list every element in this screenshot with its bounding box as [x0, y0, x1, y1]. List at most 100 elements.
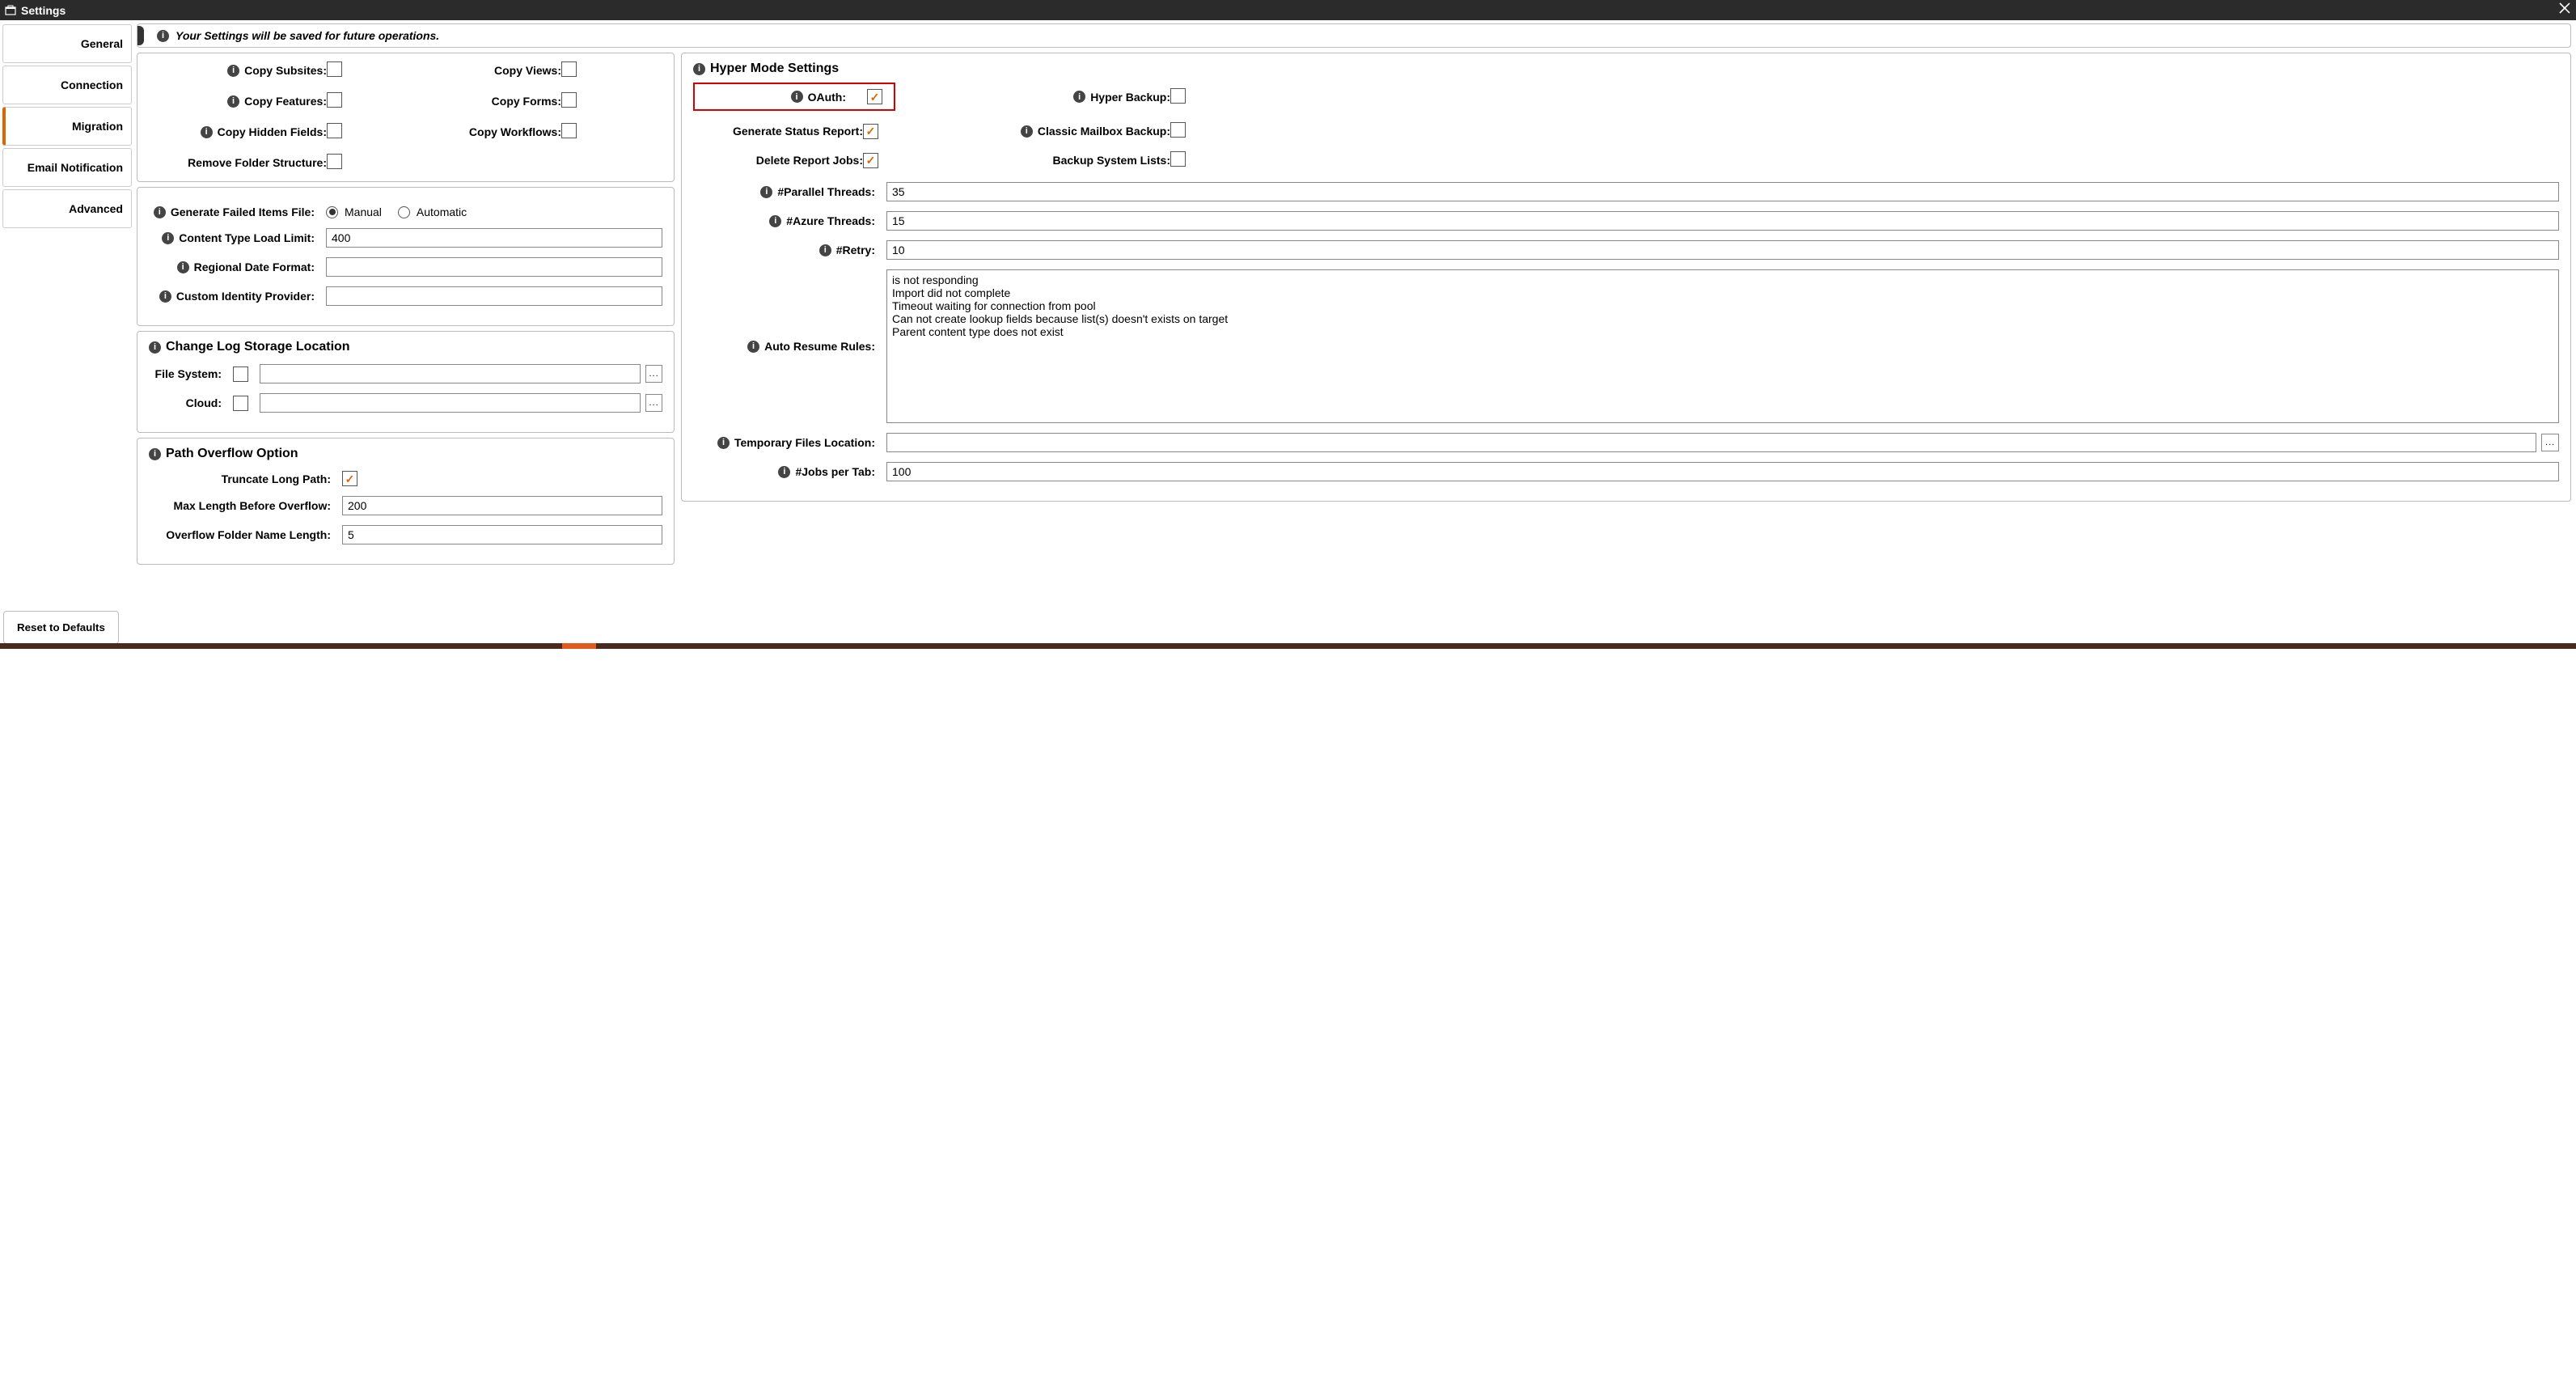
- azure-threads-label: #Azure Threads:: [786, 214, 875, 227]
- reset-to-defaults-button[interactable]: Reset to Defaults: [3, 611, 119, 644]
- radio-icon: [398, 206, 410, 218]
- content-type-limit-input[interactable]: [326, 228, 662, 248]
- info-bar-accent: [137, 26, 144, 45]
- hyper-mode-title: Hyper Mode Settings: [710, 61, 839, 76]
- classic-mailbox-label: Classic Mailbox Backup:: [1038, 125, 1170, 138]
- info-icon: i: [778, 466, 790, 478]
- change-log-panel: iChange Log Storage Location File System…: [137, 331, 675, 433]
- info-icon: i: [769, 215, 781, 227]
- info-icon: i: [819, 244, 831, 256]
- oauth-highlight: i OAuth:: [693, 83, 895, 111]
- copy-subsites-label: Copy Subsites:: [244, 64, 327, 77]
- hyper-backup-label: Hyper Backup:: [1090, 91, 1170, 104]
- close-icon[interactable]: [2558, 2, 2571, 19]
- temp-files-label: Temporary Files Location:: [734, 436, 875, 449]
- classic-mailbox-checkbox[interactable]: [1170, 122, 1186, 138]
- bottom-bar-accent: [562, 643, 596, 649]
- path-overflow-title: Path Overflow Option: [166, 447, 298, 461]
- sidebar-item-connection[interactable]: Connection: [2, 66, 132, 104]
- delete-report-checkbox[interactable]: [863, 153, 878, 168]
- copy-hidden-fields-label: Copy Hidden Fields:: [218, 125, 327, 138]
- oauth-checkbox[interactable]: [867, 89, 882, 104]
- temp-files-browse-button[interactable]: ...: [2541, 434, 2559, 451]
- copy-views-label: Copy Views:: [494, 64, 561, 77]
- custom-idp-label: Custom Identity Provider:: [176, 290, 315, 303]
- info-icon: i: [227, 95, 239, 108]
- retry-label: #Retry:: [836, 244, 875, 256]
- title-bar: Settings: [0, 0, 2576, 20]
- generate-status-label: Generate Status Report:: [733, 125, 863, 138]
- jobs-per-tab-input[interactable]: [886, 462, 2559, 481]
- remove-folder-structure-label: Remove Folder Structure:: [188, 156, 327, 169]
- sidebar-item-migration[interactable]: Migration: [2, 107, 132, 146]
- remove-folder-structure-checkbox[interactable]: [327, 154, 342, 169]
- custom-idp-input[interactable]: [326, 286, 662, 306]
- info-message: Your Settings will be saved for future o…: [176, 29, 439, 42]
- info-icon: i: [149, 341, 161, 354]
- failed-items-panel: i Generate Failed Items File: Manual Auto…: [137, 187, 675, 326]
- info-icon: i: [1073, 91, 1085, 103]
- info-icon: i: [157, 30, 169, 42]
- cloud-input[interactable]: [260, 393, 641, 413]
- info-icon: i: [227, 65, 239, 77]
- bottom-bar: [0, 643, 2576, 649]
- cloud-browse-button[interactable]: ...: [645, 394, 662, 412]
- window-title: Settings: [21, 4, 66, 17]
- copy-features-checkbox[interactable]: [327, 92, 342, 108]
- info-icon: i: [791, 91, 803, 103]
- regional-date-label: Regional Date Format:: [194, 261, 315, 273]
- hyper-backup-checkbox[interactable]: [1170, 88, 1186, 104]
- truncate-checkbox[interactable]: [342, 471, 357, 486]
- cloud-checkbox[interactable]: [233, 396, 248, 411]
- info-icon: i: [177, 261, 189, 273]
- max-length-label: Max Length Before Overflow:: [174, 499, 331, 512]
- info-icon: i: [1021, 125, 1033, 138]
- retry-input[interactable]: [886, 240, 2559, 260]
- delete-report-label: Delete Report Jobs:: [756, 154, 863, 167]
- info-icon: i: [201, 126, 213, 138]
- auto-resume-textarea[interactable]: is not responding Import did not complet…: [886, 269, 2559, 423]
- sidebar: General Connection Migration Email Notif…: [0, 20, 132, 643]
- folder-name-length-label: Overflow Folder Name Length:: [166, 528, 331, 541]
- sidebar-item-advanced[interactable]: Advanced: [2, 189, 132, 228]
- oauth-label: OAuth:: [808, 91, 846, 104]
- radio-automatic[interactable]: Automatic: [398, 205, 467, 218]
- cloud-label: Cloud:: [186, 396, 222, 409]
- truncate-label: Truncate Long Path:: [222, 472, 331, 485]
- info-icon: i: [162, 232, 174, 244]
- info-icon: i: [760, 186, 772, 198]
- copy-hidden-fields-checkbox[interactable]: [327, 123, 342, 138]
- copy-forms-label: Copy Forms:: [492, 95, 561, 108]
- auto-resume-label: Auto Resume Rules:: [764, 340, 875, 353]
- radio-manual[interactable]: Manual: [326, 205, 382, 218]
- copy-subsites-checkbox[interactable]: [327, 61, 342, 77]
- copy-options-panel: i Copy Subsites: Copy Views: i Copy Featur…: [137, 53, 675, 182]
- file-system-input[interactable]: [260, 364, 641, 383]
- folder-name-length-input[interactable]: [342, 525, 662, 544]
- file-system-checkbox[interactable]: [233, 366, 248, 382]
- hyper-mode-panel: i Hyper Mode Settings i OAuth: i Hyper Back…: [681, 53, 2571, 502]
- radio-icon: [326, 206, 338, 218]
- temp-files-input[interactable]: [886, 433, 2536, 452]
- copy-forms-checkbox[interactable]: [561, 92, 577, 108]
- file-system-browse-button[interactable]: ...: [645, 365, 662, 383]
- backup-system-lists-label: Backup System Lists:: [1053, 154, 1171, 167]
- copy-views-checkbox[interactable]: [561, 61, 577, 77]
- regional-date-input[interactable]: [326, 257, 662, 277]
- content-type-limit-label: Content Type Load Limit:: [179, 231, 315, 244]
- parallel-threads-input[interactable]: [886, 182, 2559, 201]
- automatic-label: Automatic: [417, 205, 467, 218]
- max-length-input[interactable]: [342, 496, 662, 515]
- generate-failed-items-label: Generate Failed Items File:: [171, 205, 315, 218]
- sidebar-item-email-notification[interactable]: Email Notification: [2, 148, 132, 187]
- generate-status-checkbox[interactable]: [863, 124, 878, 139]
- info-bar: i Your Settings will be saved for future…: [137, 23, 2571, 48]
- backup-system-lists-checkbox[interactable]: [1170, 151, 1186, 167]
- azure-threads-input[interactable]: [886, 211, 2559, 231]
- info-icon: i: [154, 206, 166, 218]
- change-log-title: Change Log Storage Location: [166, 340, 350, 354]
- sidebar-item-general[interactable]: General: [2, 24, 132, 63]
- info-icon: i: [159, 290, 171, 303]
- copy-workflows-checkbox[interactable]: [561, 123, 577, 138]
- copy-features-label: Copy Features:: [244, 95, 327, 108]
